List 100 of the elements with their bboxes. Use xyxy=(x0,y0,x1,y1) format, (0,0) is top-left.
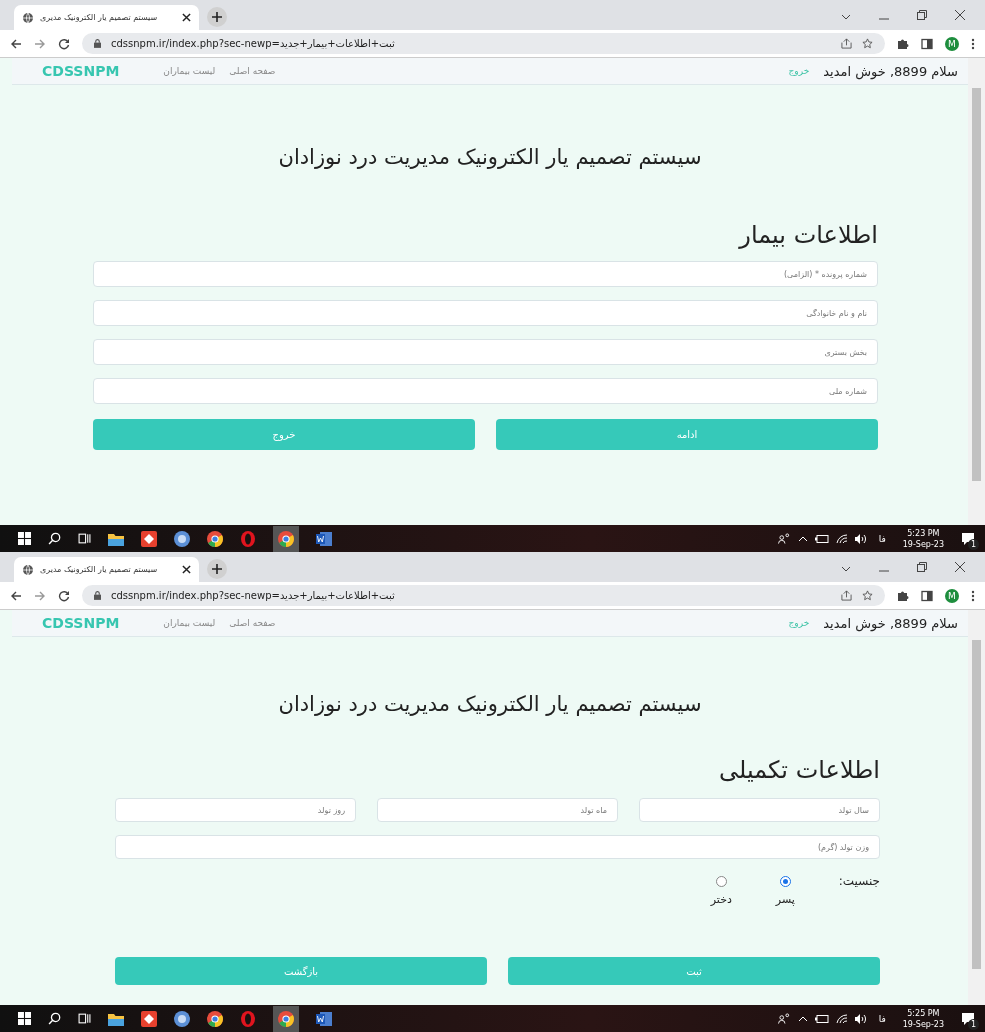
browser-tab[interactable]: سیستم تصمیم یار الکترونیک مدیری xyxy=(14,557,199,582)
scrollbar[interactable] xyxy=(968,610,985,1005)
windows-start-icon[interactable] xyxy=(18,532,31,545)
forward-arrow-icon[interactable] xyxy=(34,37,46,50)
back-arrow-icon[interactable] xyxy=(10,589,22,602)
nav-link[interactable]: صفحه اصلی xyxy=(229,618,276,628)
nav-link[interactable]: صفحه اصلی xyxy=(229,66,276,76)
task-view-icon[interactable] xyxy=(78,1012,91,1025)
opera-icon[interactable] xyxy=(240,1010,256,1027)
input-field[interactable]: بخش بستری xyxy=(93,339,878,365)
input-field[interactable]: نام و نام خانوادگی xyxy=(93,300,878,326)
battery-icon[interactable] xyxy=(814,534,829,543)
share-icon[interactable] xyxy=(841,38,852,49)
language-indicator[interactable]: فا xyxy=(878,533,886,544)
taskbar-active-app[interactable] xyxy=(273,525,299,552)
speaker-icon[interactable] xyxy=(854,1013,867,1024)
chrome-icon[interactable] xyxy=(207,1010,223,1027)
clock[interactable]: 5:25 PM 19-Sep-23 xyxy=(902,1007,944,1030)
greeting-text: سلام 8899, خوش امدید xyxy=(823,63,958,79)
search-icon[interactable] xyxy=(48,532,61,545)
brand-logo[interactable]: CDSSNPM xyxy=(42,615,120,631)
radio-button[interactable] xyxy=(779,876,791,887)
language-indicator[interactable]: فا xyxy=(878,1013,886,1024)
input-field[interactable]: ماه تولد xyxy=(377,798,618,822)
logout-link[interactable]: خروج xyxy=(788,66,810,76)
input-field[interactable]: روز تولد xyxy=(115,798,356,822)
address-bar[interactable]: cdssnpm.ir/index.php?sec-newp=ثبت+اطلاعات+بیمار+جدید xyxy=(82,33,885,54)
page-title: سیستم تصمیم یار الکترونیک مدیریت درد نوزادان xyxy=(277,145,703,169)
input-field[interactable]: شماره پرونده * (الزامی) xyxy=(93,261,878,287)
back-arrow-icon[interactable] xyxy=(10,37,22,50)
folder-icon[interactable] xyxy=(108,531,124,546)
notification-icon[interactable] xyxy=(961,1011,975,1026)
reload-icon[interactable] xyxy=(58,589,70,602)
input-field[interactable]: شماره ملی xyxy=(93,378,878,404)
new-tab-icon[interactable] xyxy=(207,559,227,579)
chevron-down-icon[interactable] xyxy=(841,566,851,572)
star-icon[interactable] xyxy=(862,38,873,49)
radio-button[interactable] xyxy=(715,876,727,887)
side-panel-icon[interactable] xyxy=(921,589,933,602)
opera-icon[interactable] xyxy=(240,530,256,547)
reload-icon[interactable] xyxy=(58,37,70,50)
scrollbar[interactable] xyxy=(968,58,985,525)
battery-icon[interactable] xyxy=(814,1014,829,1023)
folder-icon[interactable] xyxy=(108,1011,124,1026)
puzzle-icon[interactable] xyxy=(897,589,909,602)
windows-start-icon[interactable] xyxy=(18,1012,31,1025)
close-icon[interactable] xyxy=(955,10,965,20)
brand-logo[interactable]: CDSSNPM xyxy=(42,63,120,79)
restore-icon[interactable] xyxy=(917,562,927,572)
caret-up-icon[interactable] xyxy=(797,1015,808,1022)
diamond-app-icon[interactable] xyxy=(141,530,157,547)
kebab-menu-icon[interactable] xyxy=(971,589,975,602)
speaker-icon[interactable] xyxy=(854,533,867,544)
wifi-icon[interactable] xyxy=(835,533,848,544)
taskbar-active-app[interactable] xyxy=(273,1005,299,1032)
input-field[interactable]: سال تولد xyxy=(639,798,880,822)
share-icon[interactable] xyxy=(841,590,852,601)
star-icon[interactable] xyxy=(862,590,873,601)
globe-icon xyxy=(22,563,34,576)
search-icon[interactable] xyxy=(48,1012,61,1025)
logout-link[interactable]: خروج xyxy=(788,618,810,628)
close-icon[interactable] xyxy=(955,562,965,572)
globe-icon xyxy=(22,11,34,24)
lock-icon xyxy=(94,39,101,48)
diamond-app-icon[interactable] xyxy=(141,1010,157,1027)
lock-icon xyxy=(94,591,101,600)
browser-tab[interactable]: سیستم تصمیم یار الکترونیک مدیری xyxy=(14,5,199,30)
clock-date: 19-Sep-23 xyxy=(902,1018,944,1030)
puzzle-icon[interactable] xyxy=(897,37,909,50)
address-bar[interactable]: cdssnpm.ir/index.php?sec-newp=ثبت+اطلاعات+بیمار+جدید xyxy=(82,585,885,606)
section-title: اطلاعات تکمیلی xyxy=(718,756,880,784)
chevron-down-icon[interactable] xyxy=(841,14,851,20)
close-icon[interactable] xyxy=(182,565,191,574)
forward-arrow-icon[interactable] xyxy=(34,589,46,602)
form-button[interactable]: خروج xyxy=(93,419,475,450)
people-icon[interactable] xyxy=(777,533,791,544)
word-icon[interactable] xyxy=(316,1010,332,1027)
globe-app-icon[interactable] xyxy=(174,1010,190,1027)
new-tab-icon[interactable] xyxy=(207,7,227,27)
restore-icon[interactable] xyxy=(917,10,927,20)
form-button[interactable]: بازگشت xyxy=(115,957,487,985)
caret-up-icon[interactable] xyxy=(797,535,808,542)
form-button[interactable]: ادامه xyxy=(496,419,878,450)
word-icon[interactable] xyxy=(316,530,332,547)
form-button[interactable]: ثبت xyxy=(508,957,880,985)
kebab-menu-icon[interactable] xyxy=(971,37,975,50)
people-icon[interactable] xyxy=(777,1013,791,1024)
side-panel-icon[interactable] xyxy=(921,37,933,50)
clock[interactable]: 5:23 PM 19-Sep-23 xyxy=(902,527,944,550)
wifi-icon[interactable] xyxy=(835,1013,848,1024)
profile-avatar[interactable]: M xyxy=(945,36,959,51)
task-view-icon[interactable] xyxy=(78,532,91,545)
nav-link[interactable]: لیست بیماران xyxy=(163,66,216,76)
notification-icon[interactable] xyxy=(961,531,975,546)
nav-link[interactable]: لیست بیماران xyxy=(163,618,216,628)
close-icon[interactable] xyxy=(182,13,191,22)
globe-app-icon[interactable] xyxy=(174,530,190,547)
input-field[interactable]: وزن تولد (گرم) xyxy=(115,835,880,859)
profile-avatar[interactable]: M xyxy=(945,588,959,603)
chrome-icon[interactable] xyxy=(207,530,223,547)
